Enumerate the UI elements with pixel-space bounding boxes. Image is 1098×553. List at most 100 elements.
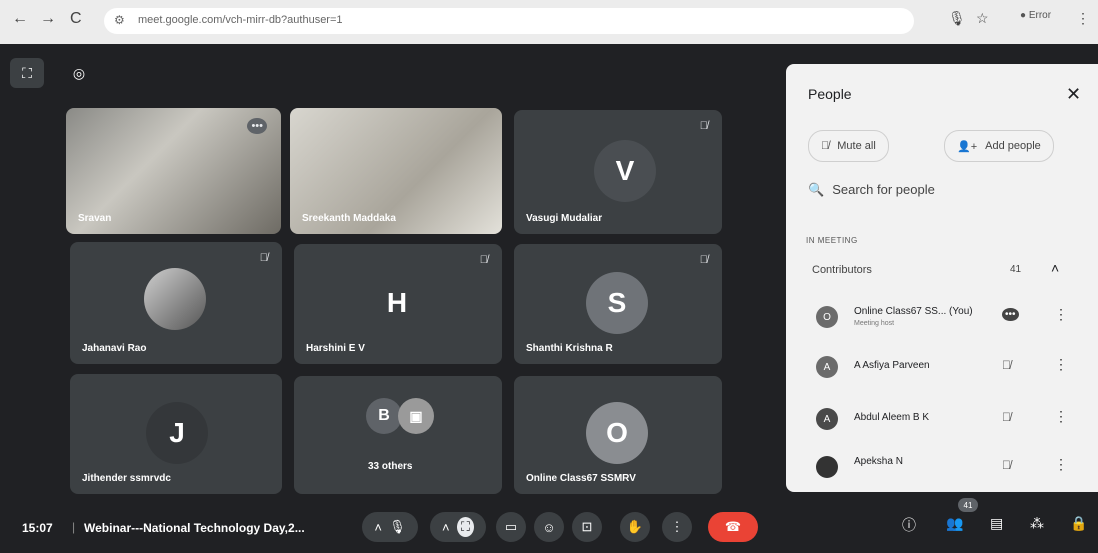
panel-title: People xyxy=(808,86,852,102)
avatar: S xyxy=(586,272,648,334)
close-icon[interactable]: ✕ xyxy=(1066,84,1081,105)
section-label: IN MEETING xyxy=(806,236,858,245)
list-item[interactable]: O Online Class67 SS... (You) Meeting hos… xyxy=(816,300,1076,336)
participant-tile[interactable]: 🎙̸ H Harshini E V xyxy=(294,244,502,364)
mic-icon[interactable]: 🎙 xyxy=(389,519,406,535)
participant-name: Sreekanth Maddaka xyxy=(302,213,396,224)
mic-off-icon[interactable]: 🎙̸ xyxy=(1002,358,1011,372)
avatar: A xyxy=(816,356,838,378)
participant-tile[interactable]: 🎙̸ V Vasugi Mudaliar xyxy=(514,110,722,234)
profile-button[interactable]: ● Error xyxy=(1020,10,1051,21)
person-name: Abdul Aleem B K xyxy=(854,412,930,423)
captions-icon: ▭ xyxy=(504,519,518,534)
list-item[interactable]: Apeksha N 🎙̸ ⋮ xyxy=(816,450,1076,486)
participant-name: Vasugi Mudaliar xyxy=(526,213,603,224)
mute-all-button[interactable]: 🎙̸ Mute all xyxy=(808,130,889,162)
more-vert-icon[interactable]: ⋮ xyxy=(1054,356,1068,373)
contributors-count: 41 xyxy=(1010,264,1022,275)
chevron-up-icon[interactable]: ˄ xyxy=(374,520,382,535)
reload-icon[interactable]: C xyxy=(70,10,82,28)
avatar: J xyxy=(146,402,208,464)
mic-icon[interactable]: 🎙 xyxy=(948,10,966,27)
present-icon: ⊡ xyxy=(581,519,593,534)
mic-off-icon: 🎙̸ xyxy=(259,252,268,264)
avatar: A xyxy=(816,408,838,430)
people-icon[interactable]: 👥 xyxy=(946,515,963,532)
person-role: Meeting host xyxy=(854,320,895,327)
lock-icon[interactable]: 🔒 xyxy=(1070,515,1087,532)
avatar: O xyxy=(586,402,648,464)
hand-icon: ✋ xyxy=(626,519,644,534)
info-icon[interactable]: ⓘ xyxy=(902,515,916,535)
divider: | xyxy=(72,520,76,534)
add-people-label: Add people xyxy=(985,140,1041,152)
mic-off-icon[interactable]: 🎙̸ xyxy=(1002,410,1011,424)
forward-icon[interactable]: → xyxy=(40,10,56,28)
list-item[interactable]: A A Asfiya Parveen 🎙̸ ⋮ xyxy=(816,350,1076,386)
participant-name: 33 others xyxy=(368,461,413,472)
raise-hand-button[interactable]: ✋ xyxy=(620,512,650,542)
more-vert-icon: ⋮ xyxy=(670,519,684,534)
avatar xyxy=(144,268,206,330)
add-person-icon: 👤+ xyxy=(957,140,978,153)
add-people-button[interactable]: 👤+ Add people xyxy=(944,130,1054,162)
avatar: H xyxy=(386,287,408,318)
more-vert-icon[interactable]: ⋮ xyxy=(1054,306,1068,323)
emoji-icon: ☺ xyxy=(542,519,556,535)
url-text: meet.google.com/vch-mirr-db?authuser=1 xyxy=(138,14,343,26)
mic-off-icon[interactable]: 🎙̸ xyxy=(1002,458,1011,472)
participant-tile[interactable]: Sreekanth Maddaka xyxy=(290,108,502,234)
contributors-label[interactable]: Contributors xyxy=(812,264,872,276)
more-options-icon[interactable]: ••• xyxy=(247,118,267,134)
leave-call-button[interactable]: ☎ xyxy=(708,512,758,542)
people-panel: People ✕ 🎙̸ Mute all 👤+ Add people 🔍 Search… xyxy=(786,64,1098,492)
participant-tile[interactable]: ••• Sravan xyxy=(66,108,281,234)
participant-tile[interactable]: 🎙̸ Jahanavi Rao xyxy=(70,242,282,364)
site-settings-icon[interactable]: ⚙ xyxy=(114,13,125,27)
more-vert-icon[interactable]: ⋮ xyxy=(1054,456,1068,473)
avatar xyxy=(816,456,838,478)
present-button[interactable]: ⊡ xyxy=(572,512,602,542)
chevron-up-icon[interactable]: ˄ xyxy=(442,520,450,535)
participant-name: Harshini E V xyxy=(306,343,365,354)
browser-toolbar: ← → C ⚙ meet.google.com/vch-mirr-db?auth… xyxy=(0,0,1098,44)
more-options-icon[interactable]: ••• xyxy=(1002,308,1019,321)
mic-off-icon: 🎙̸ xyxy=(821,140,830,152)
camera-control[interactable]: ˄ ⛶ xyxy=(430,512,486,542)
activities-icon[interactable]: ⁂ xyxy=(1030,515,1044,532)
mute-all-label: Mute all xyxy=(837,140,876,152)
mic-off-icon: 🎙̸ xyxy=(699,254,708,266)
address-bar[interactable]: ⚙ meet.google.com/vch-mirr-db?authuser=1 xyxy=(104,8,914,34)
back-icon[interactable]: ← xyxy=(12,10,28,28)
avatar: B xyxy=(366,398,402,434)
participant-name: Online Class67 SSMRV xyxy=(526,473,636,484)
chevron-up-icon[interactable]: ˄ xyxy=(1051,260,1059,276)
mic-off-icon: 🎙̸ xyxy=(479,254,488,266)
captions-button[interactable]: ▭ xyxy=(496,512,526,542)
list-item[interactable]: A Abdul Aleem B K 🎙̸ ⋮ xyxy=(816,402,1076,438)
participant-tile[interactable]: 🎙̸ S Shanthi Krishna R xyxy=(514,244,722,364)
search-icon: 🔍 xyxy=(808,182,825,197)
chat-icon[interactable]: ▤ xyxy=(990,515,1003,532)
bookmark-star-icon[interactable]: ☆ xyxy=(976,10,989,27)
mic-control[interactable]: ˄ 🎙 xyxy=(362,512,418,542)
search-input[interactable]: 🔍 Search for people xyxy=(808,182,935,198)
person-name: Online Class67 SS... (You) xyxy=(854,306,973,317)
camera-off-icon[interactable]: ⛶ xyxy=(10,58,44,88)
more-options-button[interactable]: ⋮ xyxy=(662,512,692,542)
participant-name: Sravan xyxy=(78,213,112,224)
search-placeholder: Search for people xyxy=(832,182,935,197)
more-vert-icon[interactable]: ⋮ xyxy=(1054,408,1068,425)
record-icon[interactable]: ◎ xyxy=(62,58,96,88)
participant-tile[interactable]: O Online Class67 SSMRV xyxy=(514,376,722,494)
meeting-title: Webinar---National Technology Day,2... xyxy=(84,521,305,535)
participant-tile[interactable]: J Jithender ssmrvdc xyxy=(70,374,282,494)
participant-tile[interactable]: B ▣ 33 others xyxy=(294,376,502,494)
camera-off-icon[interactable]: ⛶ xyxy=(456,517,474,537)
end-call-icon: ☎ xyxy=(724,519,742,534)
emoji-button[interactable]: ☺ xyxy=(534,512,564,542)
mic-off-icon: 🎙̸ xyxy=(699,120,708,132)
participant-name: Shanthi Krishna R xyxy=(526,343,613,354)
menu-dots-icon[interactable]: ⋮ xyxy=(1076,10,1090,27)
participant-name: Jithender ssmrvdc xyxy=(82,473,171,484)
